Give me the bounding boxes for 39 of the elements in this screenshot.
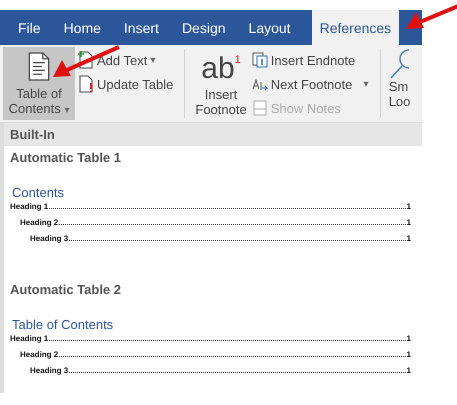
annotation-arrow [53, 45, 121, 79]
ribbon-tab[interactable]: References [312, 10, 400, 45]
page-number: 1 [406, 334, 411, 343]
toc-entry: Heading 2 [20, 218, 58, 227]
item-title: Automatic Table 1 [10, 150, 122, 165]
toc-entry: Heading 2 [20, 350, 58, 359]
ribbon-tab[interactable]: File [8, 10, 51, 45]
toc-heading: Contents [12, 185, 66, 200]
toc-entry: Heading 3 [30, 366, 68, 375]
ribbon-tab[interactable]: Home [54, 10, 111, 45]
table-of-contents-button[interactable]: Table of Contents ▾ [3, 47, 75, 120]
toc-entry: Heading 1 [10, 334, 48, 343]
page-number: 1 [406, 350, 411, 359]
endnote-icon [252, 52, 268, 68]
ribbon-button[interactable]: Update Table [75, 73, 176, 95]
ribbon-tab[interactable]: Layout [238, 10, 301, 45]
page-number: 1 [406, 202, 411, 211]
toc-entry: Heading 1 [10, 202, 48, 211]
insert-footnote-button[interactable]: ab$^{1}$ Insert Footnote [193, 47, 249, 120]
ribbon-tab[interactable]: Insert [114, 10, 169, 45]
ribbon-button[interactable]: Add Text ▾ [75, 49, 176, 71]
smart-lookup-button[interactable]: Sm Loo [388, 47, 419, 120]
page-number: 1 [406, 366, 411, 375]
page-number: 1 [406, 234, 411, 243]
notes-icon [252, 100, 268, 116]
section-header: Built-In [4, 123, 422, 146]
search-icon [388, 49, 409, 79]
gallery-item[interactable]: Automatic Table 2 Table of Contents Heading 1 1 Heading 2 1 Heading 3 1 [4, 278, 422, 405]
page-alert-icon [78, 75, 94, 93]
ribbon-button[interactable]: Insert Endnote [248, 49, 372, 71]
page-number: 1 [406, 218, 411, 227]
toc-entry: Heading 3 [30, 234, 68, 243]
next-footnote-icon [252, 76, 268, 92]
ribbon-button[interactable]: Next Footnote ▾ [248, 73, 372, 95]
document-icon [26, 52, 52, 81]
gallery-item[interactable]: Automatic Table 1 Contents Heading 1 1 Heading 2 1 Heading 3 1 [4, 146, 422, 278]
ribbon-tab[interactable]: Design [172, 10, 236, 45]
item-title: Automatic Table 2 [10, 282, 122, 297]
toc-heading: Table of Contents [12, 317, 114, 332]
